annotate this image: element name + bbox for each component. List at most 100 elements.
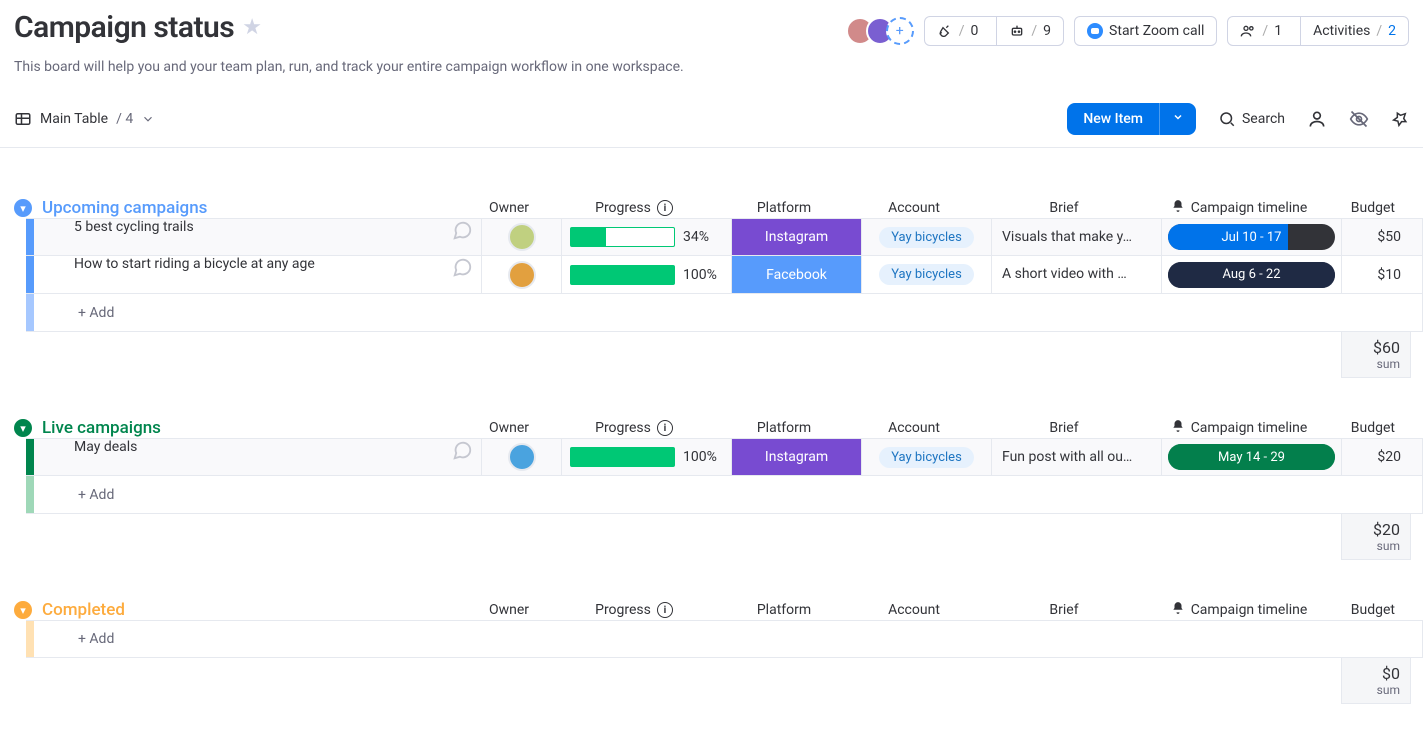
platform-cell[interactable]: Instagram xyxy=(731,219,861,255)
person-icon xyxy=(1307,109,1327,129)
timeline-cell[interactable]: May 14 - 29 xyxy=(1161,439,1341,475)
collapse-icon[interactable]: ▾ xyxy=(14,199,32,217)
column-header-owner[interactable]: Owner xyxy=(469,420,549,436)
search-button[interactable]: Search xyxy=(1218,110,1285,128)
hide-columns-button[interactable] xyxy=(1349,109,1369,129)
info-icon[interactable]: i xyxy=(657,602,673,618)
brief-cell[interactable]: Fun post with all ou… xyxy=(991,439,1161,475)
board-members-avatars[interactable]: + xyxy=(846,17,914,45)
pin-icon xyxy=(1391,110,1409,128)
item-name-cell[interactable]: May deals xyxy=(56,439,451,475)
column-header-brief[interactable]: Brief xyxy=(979,602,1149,618)
column-header-owner[interactable]: Owner xyxy=(469,200,549,216)
account-cell[interactable]: Yay bicycles xyxy=(861,219,991,255)
group-name-label[interactable]: Completed xyxy=(42,600,125,620)
platform-cell[interactable]: Instagram xyxy=(731,439,861,475)
progress-cell[interactable]: 100% xyxy=(561,256,731,293)
account-cell[interactable]: Yay bicycles xyxy=(861,256,991,293)
conversation-button[interactable] xyxy=(451,439,481,475)
invite-member-icon[interactable]: + xyxy=(886,17,914,45)
timeline-cell[interactable]: Jul 10 - 17 xyxy=(1161,219,1341,255)
column-header-budget[interactable]: Budget xyxy=(1329,420,1399,436)
pin-button[interactable] xyxy=(1391,110,1409,128)
conversation-button[interactable] xyxy=(451,256,481,293)
person-filter-button[interactable] xyxy=(1307,109,1327,129)
new-item-dropdown[interactable] xyxy=(1159,103,1196,135)
account-chip: Yay bicycles xyxy=(879,447,974,468)
board-description: This board will help you and your team p… xyxy=(14,59,684,75)
chevron-down-icon xyxy=(1172,111,1184,123)
budget-cell[interactable]: $20 xyxy=(1341,439,1411,475)
collapse-icon[interactable]: ▾ xyxy=(14,419,32,437)
budget-cell[interactable]: $10 xyxy=(1341,256,1411,293)
sum-label: sum xyxy=(1352,357,1400,371)
column-header-platform[interactable]: Platform xyxy=(719,420,849,436)
group-summary: $20 sum xyxy=(26,514,1423,560)
table-row[interactable]: 5 best cycling trails 34% Instagram Yay … xyxy=(26,218,1423,256)
start-zoom-button[interactable]: Start Zoom call xyxy=(1074,16,1217,46)
chat-icon xyxy=(451,256,473,278)
integrations-automations-pill: / 0 / 9 xyxy=(924,16,1064,46)
info-icon[interactable]: i xyxy=(657,420,673,436)
timeline-pill: Aug 6 - 22 xyxy=(1168,262,1335,288)
automations-button[interactable]: / 9 xyxy=(996,17,1063,45)
members-button[interactable]: / 1 xyxy=(1228,17,1294,45)
add-item-label: + Add xyxy=(56,294,1421,331)
owner-cell[interactable] xyxy=(481,256,561,293)
progress-cell[interactable]: 100% xyxy=(561,439,731,475)
collapse-icon[interactable]: ▾ xyxy=(14,601,32,619)
column-header-progress[interactable]: Progress i xyxy=(549,200,719,216)
sum-value: $0 xyxy=(1352,664,1400,683)
column-header-brief[interactable]: Brief xyxy=(979,420,1149,436)
group-title[interactable]: ▾ Live campaigns xyxy=(14,418,469,438)
favorite-star-icon[interactable]: ★ xyxy=(242,15,262,40)
column-header-budget[interactable]: Budget xyxy=(1329,602,1399,618)
info-icon[interactable]: i xyxy=(657,200,673,216)
account-cell[interactable]: Yay bicycles xyxy=(861,439,991,475)
budget-cell[interactable]: $50 xyxy=(1341,219,1411,255)
add-item-row[interactable]: + Add xyxy=(26,476,1423,514)
add-item-row[interactable]: + Add xyxy=(26,620,1423,658)
owner-cell[interactable] xyxy=(481,219,561,255)
brief-cell[interactable]: A short video with … xyxy=(991,256,1161,293)
table-row[interactable]: May deals 100% Instagram Yay bicycles Fu… xyxy=(26,438,1423,476)
group-upcoming: ▾ Upcoming campaigns Owner Progress i Pl… xyxy=(0,198,1423,378)
column-header-account[interactable]: Account xyxy=(849,420,979,436)
integrations-button[interactable]: / 0 xyxy=(925,17,991,45)
column-header-brief[interactable]: Brief xyxy=(979,200,1149,216)
robot-icon xyxy=(1009,23,1025,39)
group-name-label[interactable]: Live campaigns xyxy=(42,418,161,438)
row-stripe xyxy=(26,219,34,255)
column-header-timeline[interactable]: Campaign timeline xyxy=(1149,601,1329,619)
table-row[interactable]: How to start riding a bicycle at any age… xyxy=(26,256,1423,294)
column-header-platform[interactable]: Platform xyxy=(719,602,849,618)
brief-cell[interactable]: Visuals that make y… xyxy=(991,219,1161,255)
column-header-timeline[interactable]: Campaign timeline xyxy=(1149,419,1329,437)
column-header-owner[interactable]: Owner xyxy=(469,602,549,618)
conversation-button[interactable] xyxy=(451,219,481,255)
column-header-progress[interactable]: Progress i xyxy=(549,420,719,436)
view-selector[interactable]: Main Table / 4 xyxy=(14,110,155,128)
column-header-account[interactable]: Account xyxy=(849,602,979,618)
group-title[interactable]: ▾ Completed xyxy=(14,600,469,620)
column-header-progress[interactable]: Progress i xyxy=(549,602,719,618)
column-header-account[interactable]: Account xyxy=(849,200,979,216)
add-item-row[interactable]: + Add xyxy=(26,294,1423,332)
timeline-cell[interactable]: Aug 6 - 22 xyxy=(1161,256,1341,293)
group-title[interactable]: ▾ Upcoming campaigns xyxy=(14,198,469,218)
item-name-cell[interactable]: 5 best cycling trails xyxy=(56,219,451,255)
board-title: Campaign status xyxy=(14,10,234,45)
item-name-cell[interactable]: How to start riding a bicycle at any age xyxy=(56,256,451,293)
timeline-pill: May 14 - 29 xyxy=(1168,444,1335,470)
new-item-button[interactable]: New Item xyxy=(1067,103,1196,135)
chevron-down-icon xyxy=(141,112,155,126)
platform-cell[interactable]: Facebook xyxy=(731,256,861,293)
activities-button[interactable]: Activities / 2 xyxy=(1300,17,1408,45)
progress-cell[interactable]: 34% xyxy=(561,219,731,255)
column-header-timeline[interactable]: Campaign timeline xyxy=(1149,199,1329,217)
owner-cell[interactable] xyxy=(481,439,561,475)
column-header-platform[interactable]: Platform xyxy=(719,200,849,216)
group-name-label[interactable]: Upcoming campaigns xyxy=(42,198,207,218)
progress-percent: 100% xyxy=(683,267,723,283)
column-header-budget[interactable]: Budget xyxy=(1329,200,1399,216)
